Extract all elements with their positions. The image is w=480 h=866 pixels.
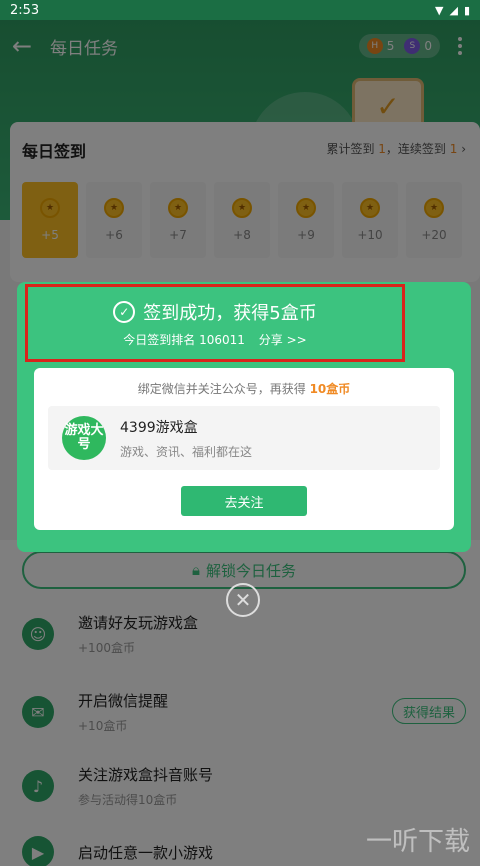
wifi-icon: ▼ <box>435 3 444 17</box>
battery-icon: ▮ <box>463 3 470 17</box>
promo-desc: 游戏、资讯、福利都在这 <box>120 444 253 459</box>
signal-icon: ◢ <box>449 3 458 17</box>
share-link[interactable]: 分享 >> <box>259 333 307 347</box>
app-logo: 游戏大号 <box>62 416 106 460</box>
check-circle-icon: ✓ <box>113 300 136 323</box>
close-icon[interactable]: ✕ <box>226 583 260 617</box>
rank-text: 今日签到排名 106011 <box>123 332 245 347</box>
checkin-success-modal: ✓ 签到成功，获得5盒币 今日签到排名 106011 分享 >> 绑定微信并关注… <box>17 282 471 552</box>
bind-reward: 10盒币 <box>309 382 351 396</box>
status-time: 2:53 <box>10 2 40 18</box>
bind-tip: 绑定微信并关注公众号，再获得 10盒币 <box>34 380 454 397</box>
official-account-card[interactable]: 游戏大号 4399游戏盒 游戏、资讯、福利都在这 <box>48 406 440 470</box>
success-text: 签到成功，获得5盒币 <box>143 302 317 324</box>
bind-tip-text: 绑定微信并关注公众号，再获得 <box>137 382 310 396</box>
status-bar: 2:53 ▼ ◢ ▮ <box>0 0 480 20</box>
follow-panel: 绑定微信并关注公众号，再获得 10盒币 游戏大号 4399游戏盒 游戏、资讯、福… <box>34 368 454 530</box>
watermark-logo: 一听下载 <box>365 827 470 857</box>
follow-button[interactable]: 去关注 <box>181 486 307 516</box>
system-icons: ▼ ◢ ▮ <box>435 4 470 17</box>
promo-name: 4399游戏盒 <box>120 419 198 436</box>
success-banner: ✓ 签到成功，获得5盒币 今日签到排名 106011 分享 >> <box>25 284 405 362</box>
